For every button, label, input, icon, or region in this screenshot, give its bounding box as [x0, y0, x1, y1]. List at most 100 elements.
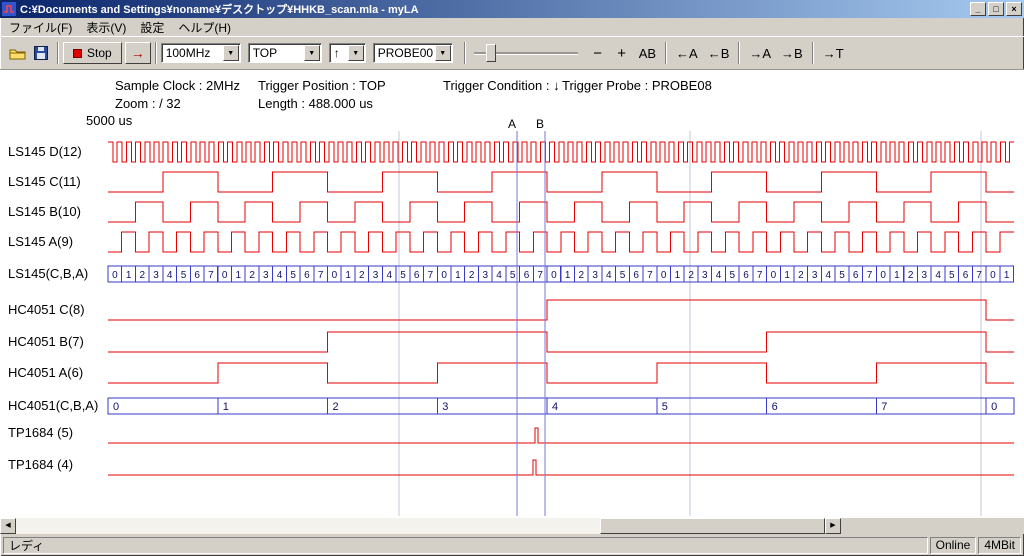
horizontal-scrollbar[interactable]: ◀ ▶: [0, 518, 841, 534]
svg-text:2: 2: [469, 270, 475, 281]
svg-text:1: 1: [223, 401, 229, 413]
toolbar-separator: [738, 42, 740, 64]
move-b-left-button[interactable]: ←B: [703, 42, 735, 64]
svg-text:7: 7: [647, 270, 653, 281]
trigger-position-select[interactable]: TOP ▼: [248, 43, 322, 63]
svg-text:1: 1: [236, 270, 242, 281]
svg-text:3: 3: [702, 270, 708, 281]
move-a-right-button[interactable]: →A: [744, 42, 776, 64]
sample-clock-select[interactable]: 100MHz ▼: [161, 43, 241, 63]
menu-settings[interactable]: 設定: [133, 18, 171, 37]
svg-text:4: 4: [716, 270, 722, 281]
zoom-slider[interactable]: [474, 42, 578, 64]
svg-text:0: 0: [990, 270, 996, 281]
svg-text:5: 5: [620, 270, 626, 281]
chevron-down-icon[interactable]: ▼: [304, 45, 320, 61]
stop-label: Stop: [87, 46, 112, 60]
svg-text:6: 6: [524, 270, 530, 281]
svg-text:3: 3: [812, 270, 818, 281]
toolbar: Stop → 100MHz ▼ TOP ▼ ↑ ▼ PROBE00 ▼ − + …: [0, 36, 1024, 70]
svg-text:5: 5: [510, 270, 516, 281]
svg-text:7: 7: [867, 270, 873, 281]
open-file-button[interactable]: [5, 42, 29, 64]
svg-text:4: 4: [387, 270, 393, 281]
open-folder-icon: [9, 47, 26, 60]
save-button[interactable]: [29, 42, 53, 64]
svg-text:7: 7: [208, 270, 214, 281]
svg-text:4: 4: [552, 401, 558, 413]
svg-text:5: 5: [400, 270, 406, 281]
chevron-down-icon[interactable]: ▼: [435, 45, 451, 61]
svg-text:5: 5: [181, 270, 187, 281]
close-button[interactable]: ×: [1006, 2, 1022, 16]
toolbar-separator: [812, 42, 814, 64]
svg-text:1: 1: [455, 270, 461, 281]
chevron-down-icon[interactable]: ▼: [348, 45, 364, 61]
svg-text:5: 5: [949, 270, 955, 281]
app-icon: [2, 2, 16, 16]
run-button[interactable]: →: [125, 42, 151, 64]
zoom-out-button[interactable]: −: [586, 42, 610, 64]
svg-text:3: 3: [153, 270, 159, 281]
svg-text:4: 4: [935, 270, 941, 281]
svg-text:0: 0: [991, 401, 997, 413]
svg-text:7: 7: [318, 270, 324, 281]
trigger-edge-select[interactable]: ↑ ▼: [329, 43, 366, 63]
svg-text:6: 6: [963, 270, 969, 281]
probe-select[interactable]: PROBE00 ▼: [373, 43, 453, 63]
svg-text:2: 2: [249, 270, 255, 281]
scrollbar-thumb[interactable]: [600, 518, 825, 534]
ab-range-button[interactable]: AB: [634, 42, 661, 64]
run-arrow-icon: →: [131, 45, 145, 61]
toolbar-separator: [665, 42, 667, 64]
menu-help[interactable]: ヘルプ(H): [171, 18, 238, 37]
svg-text:2: 2: [579, 270, 585, 281]
scroll-right-icon[interactable]: ▶: [825, 518, 841, 534]
svg-text:7: 7: [428, 270, 434, 281]
menu-file[interactable]: ファイル(F): [2, 18, 79, 37]
svg-text:1: 1: [1004, 270, 1010, 281]
slider-thumb[interactable]: [486, 44, 496, 62]
svg-text:0: 0: [332, 270, 338, 281]
sample-clock-value: 100MHz: [162, 46, 223, 60]
stop-icon: [73, 49, 82, 58]
svg-text:6: 6: [772, 401, 778, 413]
status-ready: レディ: [3, 537, 928, 554]
stop-button[interactable]: Stop: [63, 42, 122, 64]
chevron-down-icon[interactable]: ▼: [223, 45, 239, 61]
svg-text:5: 5: [839, 270, 845, 281]
scroll-left-icon[interactable]: ◀: [0, 518, 16, 534]
svg-text:2: 2: [333, 401, 339, 413]
window-title: C:¥Documents and Settings¥noname¥デスクトップ¥…: [20, 1, 968, 17]
svg-text:6: 6: [194, 270, 200, 281]
goto-trigger-button[interactable]: →T: [818, 42, 849, 64]
svg-text:2: 2: [798, 270, 804, 281]
svg-text:1: 1: [675, 270, 681, 281]
svg-text:0: 0: [112, 270, 118, 281]
menu-view[interactable]: 表示(V): [79, 18, 133, 37]
minimize-button[interactable]: _: [970, 2, 986, 16]
svg-text:1: 1: [784, 270, 790, 281]
svg-text:1: 1: [894, 270, 900, 281]
svg-text:2: 2: [908, 270, 914, 281]
zoom-in-button[interactable]: +: [610, 42, 634, 64]
move-a-left-button[interactable]: ←A: [671, 42, 703, 64]
svg-text:3: 3: [483, 270, 489, 281]
svg-text:4: 4: [826, 270, 832, 281]
svg-text:0: 0: [661, 270, 667, 281]
svg-text:5: 5: [730, 270, 736, 281]
move-b-right-button[interactable]: →B: [776, 42, 808, 64]
svg-text:6: 6: [633, 270, 639, 281]
toolbar-separator: [57, 42, 59, 64]
svg-text:5: 5: [662, 401, 668, 413]
menubar: ファイル(F) 表示(V) 設定 ヘルプ(H): [0, 18, 1024, 36]
svg-text:3: 3: [442, 401, 448, 413]
svg-text:3: 3: [263, 270, 269, 281]
svg-text:3: 3: [592, 270, 598, 281]
svg-text:7: 7: [537, 270, 543, 281]
svg-text:0: 0: [222, 270, 228, 281]
waveform-plot[interactable]: 0123456701234567012345670123456701234567…: [0, 70, 1024, 518]
toolbar-separator: [155, 42, 157, 64]
maximize-button[interactable]: □: [988, 2, 1004, 16]
svg-text:4: 4: [496, 270, 502, 281]
